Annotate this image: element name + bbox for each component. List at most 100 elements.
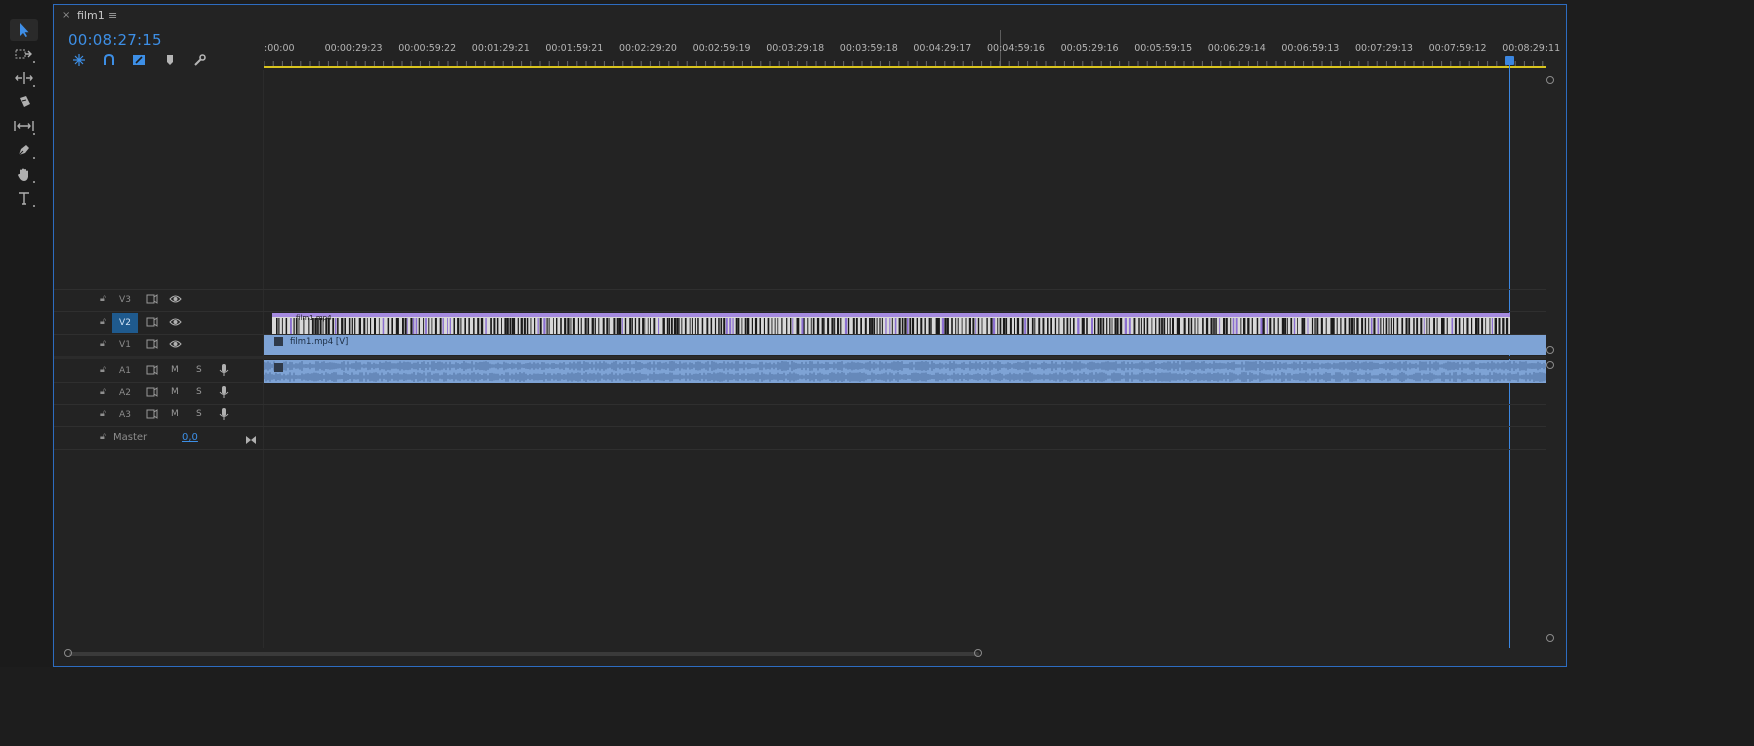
scrollbar-thumb[interactable] bbox=[69, 652, 979, 656]
track-divider bbox=[54, 449, 1546, 450]
horizontal-zoom-scrollbar[interactable] bbox=[64, 649, 1547, 658]
track-header-a2: 🔓︎ A2 M S bbox=[54, 383, 264, 404]
clip-v1-film1[interactable] bbox=[264, 335, 1546, 355]
ruler-tick-label: 00:01:29:21 bbox=[471, 43, 530, 54]
track-lock-icon[interactable]: 🔓︎ bbox=[100, 432, 106, 442]
master-volume-value[interactable]: 0,0 bbox=[182, 432, 198, 443]
ruler-tick-label: 00:02:59:19 bbox=[692, 43, 751, 54]
track-select-forward-icon[interactable] bbox=[10, 43, 38, 65]
header-separator bbox=[263, 70, 264, 648]
ruler-tick-label: :00:00 bbox=[264, 43, 295, 54]
ripple-edit-icon[interactable] bbox=[10, 67, 38, 89]
track-header-v2: 🔓︎ V2 bbox=[54, 312, 264, 334]
clip-v1-label: film1.mp4 [V] bbox=[290, 337, 349, 347]
solo-button[interactable]: S bbox=[196, 387, 202, 397]
track-divider bbox=[54, 311, 1546, 312]
track-divider bbox=[54, 426, 1546, 427]
track-header-v1: 🔓︎ V1 bbox=[54, 335, 264, 356]
ruler-tick-label: 00:07:59:12 bbox=[1428, 43, 1487, 54]
vertical-scroll-handle-bottom[interactable] bbox=[1546, 634, 1554, 642]
track-target-v1[interactable]: V1 bbox=[112, 335, 138, 355]
panel-menu-icon[interactable]: ≡ bbox=[108, 9, 117, 22]
voice-over-mic-icon[interactable] bbox=[219, 407, 229, 424]
work-area-bar[interactable] bbox=[264, 66, 1546, 68]
mute-button[interactable]: M bbox=[171, 409, 179, 419]
sequence-tab-title[interactable]: film1 bbox=[77, 9, 105, 22]
snap-icon[interactable] bbox=[100, 52, 118, 68]
ruler-tick-label: 00:04:59:16 bbox=[987, 43, 1045, 54]
video-audio-divider bbox=[54, 356, 1546, 359]
slip-icon[interactable] bbox=[10, 115, 38, 137]
toggle-output-eye-icon[interactable] bbox=[169, 294, 182, 307]
sync-lock-icon[interactable] bbox=[146, 409, 158, 422]
ruler-tick-label: 00:05:29:16 bbox=[1060, 43, 1119, 54]
track-lock-icon[interactable]: 🔓︎ bbox=[100, 339, 106, 349]
voice-over-mic-icon[interactable] bbox=[219, 385, 229, 402]
tab-close-icon[interactable]: × bbox=[62, 10, 70, 21]
playhead-handle[interactable] bbox=[1505, 56, 1514, 65]
toggle-output-eye-icon[interactable] bbox=[169, 339, 182, 352]
track-lock-icon[interactable]: 🔓︎ bbox=[100, 409, 106, 419]
ruler-tick-label: 00:03:59:18 bbox=[839, 43, 898, 54]
add-marker-icon[interactable] bbox=[161, 52, 179, 68]
tools-panel bbox=[0, 0, 52, 667]
clip-fx-icon bbox=[274, 337, 283, 346]
track-header-a3: 🔓︎ A3 M S bbox=[54, 405, 264, 426]
track-divider bbox=[54, 404, 1546, 405]
track-target-a3[interactable]: A3 bbox=[112, 405, 138, 425]
solo-button[interactable]: S bbox=[196, 365, 202, 375]
mute-button[interactable]: M bbox=[171, 387, 179, 397]
zoom-handle-right[interactable] bbox=[974, 649, 982, 657]
ruler-tick-label: 00:03:29:18 bbox=[766, 43, 825, 54]
ruler-tick-label: 00:00:29:23 bbox=[324, 43, 383, 54]
vertical-scroll-handle-video[interactable] bbox=[1546, 346, 1554, 354]
type-icon[interactable] bbox=[10, 187, 38, 209]
nest-sequence-icon[interactable] bbox=[70, 52, 88, 68]
master-go-to-edit-icon[interactable] bbox=[245, 430, 257, 449]
linked-selection-icon[interactable] bbox=[130, 52, 148, 68]
sync-lock-icon[interactable] bbox=[146, 317, 158, 330]
track-lock-icon[interactable]: 🔓︎ bbox=[100, 317, 106, 327]
ruler-tick-label: 00:06:29:14 bbox=[1207, 43, 1266, 54]
sync-lock-icon[interactable] bbox=[146, 365, 158, 378]
solo-button[interactable]: S bbox=[196, 409, 202, 419]
track-lock-icon[interactable]: 🔓︎ bbox=[100, 387, 106, 397]
ruler-tick-label: 00:05:59:15 bbox=[1134, 43, 1193, 54]
track-target-a2[interactable]: A2 bbox=[112, 383, 138, 403]
selection-tool-icon[interactable] bbox=[10, 19, 38, 41]
playhead-timecode[interactable]: 00:08:27:15 bbox=[68, 31, 162, 49]
pen-icon[interactable] bbox=[10, 139, 38, 161]
sync-lock-icon[interactable] bbox=[146, 339, 158, 352]
vertical-scroll-handle-top[interactable] bbox=[1546, 76, 1554, 84]
ruler-tick-label: 00:06:59:13 bbox=[1281, 43, 1340, 54]
toggle-output-eye-icon[interactable] bbox=[169, 317, 182, 330]
track-target-v3[interactable]: V3 bbox=[112, 290, 138, 310]
ruler-tick-label: 00:04:29:17 bbox=[913, 43, 972, 54]
clip-v2-film1[interactable] bbox=[272, 313, 1510, 334]
track-header-v3: 🔓︎ V3 bbox=[54, 290, 264, 311]
ruler-tick-label: 00:08:29:11 bbox=[1502, 43, 1561, 54]
track-header-master: 🔓︎ Master 0,0 bbox=[54, 427, 264, 449]
track-divider bbox=[54, 289, 1546, 290]
zoom-handle-left[interactable] bbox=[64, 649, 72, 657]
clip-a1-audio-waveform[interactable] bbox=[264, 360, 1546, 383]
track-target-a1[interactable]: A1 bbox=[112, 361, 138, 381]
sync-lock-icon[interactable] bbox=[146, 294, 158, 307]
ruler-tick-label: 00:02:29:20 bbox=[619, 43, 677, 54]
timeline-settings-wrench-icon[interactable] bbox=[191, 52, 209, 68]
hand-icon[interactable] bbox=[10, 163, 38, 185]
ruler-tick-label: 00:07:29:13 bbox=[1355, 43, 1413, 54]
clip-v2-label: film1.mp4 bbox=[296, 314, 332, 322]
vertical-scroll-handle-audio[interactable] bbox=[1546, 361, 1554, 369]
track-target-v2[interactable]: V2 bbox=[112, 313, 138, 333]
clip-fx-icon bbox=[274, 363, 283, 372]
ruler-tick-label: 00:00:59:22 bbox=[398, 43, 457, 54]
voice-over-mic-icon[interactable] bbox=[219, 363, 229, 380]
track-lock-icon[interactable]: 🔓︎ bbox=[100, 294, 106, 304]
master-track-label: Master bbox=[113, 432, 148, 443]
track-header-a1: 🔓︎ A1 M S bbox=[54, 360, 264, 382]
mute-button[interactable]: M bbox=[171, 365, 179, 375]
track-lock-icon[interactable]: 🔓︎ bbox=[100, 365, 106, 375]
sync-lock-icon[interactable] bbox=[146, 387, 158, 400]
razor-icon[interactable] bbox=[10, 91, 38, 113]
